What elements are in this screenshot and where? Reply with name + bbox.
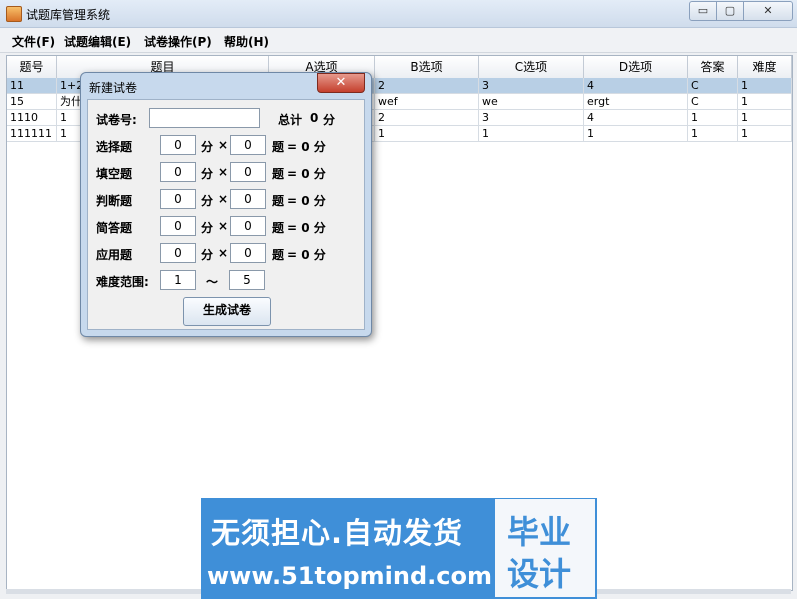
close-button[interactable]: ✕	[743, 1, 793, 21]
total-value: 0	[310, 111, 319, 125]
new-paper-dialog: 新建试卷 ✕ 试卷号: 总计 0 分 选择题 分 × 题 = 0 分 填空题 分…	[80, 72, 372, 337]
true-false-count-input[interactable]	[230, 189, 266, 209]
main-window: 试题库管理系统 ▭ ▢ ✕ 文件(F) 试题编辑(E) 试卷操作(P) 帮助(H…	[0, 0, 797, 599]
short-answer-count-input[interactable]	[230, 216, 266, 236]
watermark-slogan: 无须担心.自动发货	[211, 516, 464, 550]
java-app-icon	[6, 6, 22, 22]
cell-answer: C	[688, 94, 738, 109]
menu-file[interactable]: 文件(F)	[12, 33, 55, 50]
points-unit: 分	[201, 167, 214, 181]
count-unit: 题	[272, 221, 285, 235]
difficulty-max-input[interactable]	[229, 270, 265, 290]
cell-id: 111111	[7, 126, 57, 141]
cell-difficulty: 1	[738, 126, 792, 141]
count-unit: 题	[272, 248, 285, 262]
short-answer-label: 简答题	[96, 221, 133, 235]
cell-id: 11	[7, 78, 57, 93]
points-unit: 分	[201, 194, 214, 208]
cell-option-c: we	[479, 94, 584, 109]
true-false-label: 判断题	[96, 194, 133, 208]
total-label: 总计	[278, 113, 303, 127]
cell-option-c: 3	[479, 78, 584, 93]
watermark-logo: 毕业 设计	[495, 499, 595, 597]
fill-blank-subtotal: = 0 分	[287, 167, 326, 181]
fill-blank-count-input[interactable]	[230, 162, 266, 182]
application-label: 应用题	[96, 248, 133, 262]
col-header-option-d[interactable]: D选项	[584, 56, 688, 78]
choice-subtotal: = 0 分	[287, 140, 326, 154]
cell-id: 15	[7, 94, 57, 109]
true-false-points-input[interactable]	[160, 189, 196, 209]
cell-option-d: 4	[584, 110, 688, 125]
col-header-answer[interactable]: 答案	[688, 56, 738, 78]
maximize-button[interactable]: ▢	[716, 1, 744, 21]
col-header-id[interactable]: 题号	[7, 56, 57, 78]
points-unit: 分	[201, 140, 214, 154]
short-answer-subtotal: = 0 分	[287, 221, 326, 235]
choice-count-input[interactable]	[230, 135, 266, 155]
cell-option-b: 2	[375, 78, 479, 93]
cell-difficulty: 1	[738, 94, 792, 109]
application-subtotal: = 0 分	[287, 248, 326, 262]
count-unit: 题	[272, 140, 285, 154]
cell-id: 1110	[7, 110, 57, 125]
menu-help[interactable]: 帮助(H)	[224, 33, 269, 50]
paper-no-input[interactable]	[149, 108, 260, 128]
col-header-option-b[interactable]: B选项	[375, 56, 479, 78]
cell-option-b: 2	[375, 110, 479, 125]
cell-option-c: 1	[479, 126, 584, 141]
times-sign: ×	[218, 246, 229, 260]
difficulty-label: 难度范围:	[96, 275, 149, 289]
choice-points-input[interactable]	[160, 135, 196, 155]
cell-difficulty: 1	[738, 110, 792, 125]
difficulty-min-input[interactable]	[160, 270, 196, 290]
times-sign: ×	[218, 219, 229, 233]
paper-no-label: 试卷号:	[96, 113, 137, 127]
count-unit: 题	[272, 167, 285, 181]
cell-option-c: 3	[479, 110, 584, 125]
times-sign: ×	[218, 165, 229, 179]
watermark-banner: 无须担心.自动发货 www.51topmind.com 毕业 设计	[201, 498, 597, 599]
cell-option-b: 1	[375, 126, 479, 141]
cell-option-d: 1	[584, 126, 688, 141]
title-bar: 试题库管理系统 ▭ ▢ ✕	[0, 0, 797, 28]
choice-label: 选择题	[96, 140, 133, 154]
cell-option-d: ergt	[584, 94, 688, 109]
total-unit: 分	[323, 113, 336, 127]
application-count-input[interactable]	[230, 243, 266, 263]
cell-answer: 1	[688, 126, 738, 141]
application-points-input[interactable]	[160, 243, 196, 263]
times-sign: ×	[218, 192, 229, 206]
dialog-title: 新建试卷	[89, 81, 138, 95]
watermark-logo-line2: 设计	[507, 555, 572, 593]
range-tilde: ～	[206, 275, 219, 289]
col-header-difficulty[interactable]: 难度	[738, 56, 792, 78]
menu-bar: 文件(F) 试题编辑(E) 试卷操作(P) 帮助(H)	[0, 28, 797, 53]
cell-answer: C	[688, 78, 738, 93]
dialog-close-button[interactable]: ✕	[317, 73, 365, 93]
watermark-url: www.51topmind.com	[207, 562, 492, 590]
true-false-subtotal: = 0 分	[287, 194, 326, 208]
menu-paper-operations[interactable]: 试卷操作(P)	[144, 33, 212, 50]
watermark-left: 无须担心.自动发货 www.51topmind.com	[201, 498, 494, 599]
count-unit: 题	[272, 194, 285, 208]
cell-answer: 1	[688, 110, 738, 125]
times-sign: ×	[218, 138, 229, 152]
points-unit: 分	[201, 221, 214, 235]
window-title: 试题库管理系统	[26, 8, 111, 22]
cell-option-d: 4	[584, 78, 688, 93]
minimize-button[interactable]: ▭	[689, 1, 717, 21]
fill-blank-label: 填空题	[96, 167, 133, 181]
generate-paper-button[interactable]: 生成试卷	[183, 297, 271, 326]
watermark-logo-line1: 毕业	[507, 513, 572, 551]
cell-difficulty: 1	[738, 78, 792, 93]
menu-edit-questions[interactable]: 试题编辑(E)	[64, 33, 131, 50]
short-answer-points-input[interactable]	[160, 216, 196, 236]
cell-option-b: wef	[375, 94, 479, 109]
dialog-body: 试卷号: 总计 0 分 选择题 分 × 题 = 0 分 填空题 分 × 题 = …	[87, 99, 365, 330]
points-unit: 分	[201, 248, 214, 262]
col-header-option-c[interactable]: C选项	[479, 56, 584, 78]
fill-blank-points-input[interactable]	[160, 162, 196, 182]
